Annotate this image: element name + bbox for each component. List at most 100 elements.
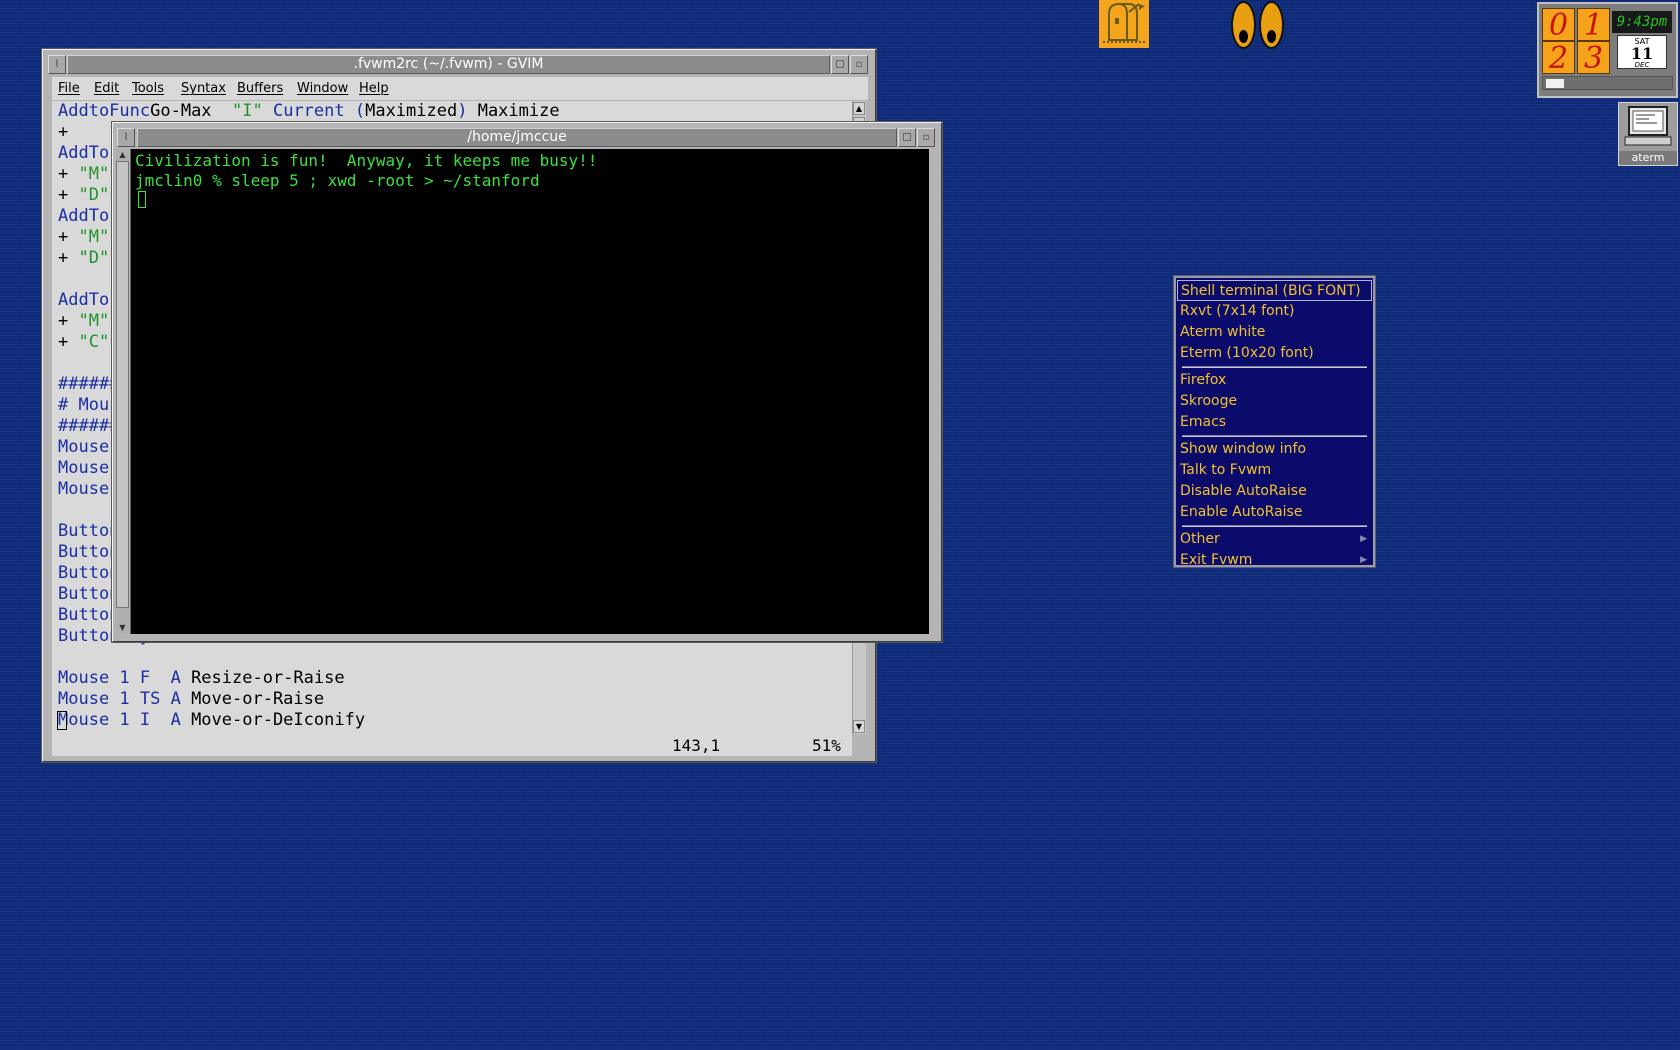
code-line: + "D" bbox=[58, 248, 109, 269]
scroll-down-arrow-icon[interactable]: ▼ bbox=[116, 623, 129, 633]
code-token: "D" bbox=[78, 248, 110, 268]
submenu-arrow-icon: ▶ bbox=[1360, 534, 1367, 544]
code-token: + bbox=[58, 227, 79, 247]
right-eye-icon bbox=[1259, 1, 1284, 49]
desk-0[interactable]: 0 bbox=[1542, 8, 1575, 42]
desk-2[interactable]: 2 bbox=[1542, 41, 1575, 75]
code-line: Mouse 1 I A Move-or-DeIconify bbox=[58, 710, 365, 731]
menu-item-label: Eterm (10x20 font) bbox=[1180, 345, 1314, 361]
code-token: "M" bbox=[78, 227, 110, 247]
code-token: Mouse 1 TS A bbox=[58, 689, 181, 709]
calendar-date: 11 bbox=[1630, 44, 1654, 63]
terminal-iconify-button[interactable] bbox=[898, 128, 916, 147]
gvim-ruler: 143,1 51% bbox=[52, 734, 852, 756]
vim-cursor bbox=[57, 711, 67, 730]
code-token: Current ( bbox=[262, 101, 366, 121]
menu-window[interactable]: Window bbox=[297, 81, 348, 96]
code-token: + bbox=[58, 311, 79, 331]
menu-item-skrooge[interactable]: Skrooge bbox=[1177, 391, 1372, 412]
left-eye-icon bbox=[1231, 1, 1256, 49]
menu-item-label: Exit Fvwm bbox=[1180, 552, 1253, 568]
code-token: ) bbox=[457, 101, 468, 121]
menu-buffers[interactable]: Buffers bbox=[237, 81, 283, 96]
window-menu-button[interactable]: ⌇ bbox=[48, 55, 66, 74]
terminal-output[interactable]: Civilization is fun! Anyway, it keeps me… bbox=[131, 149, 929, 634]
menu-item-label: Shell terminal (BIG FONT) bbox=[1181, 283, 1361, 299]
maximize-button[interactable]: ▫ bbox=[850, 55, 868, 74]
code-token: Move-or-DeIconify bbox=[180, 710, 366, 730]
gvim-titlebar[interactable]: .fvwm2rc (~/.fvwm) - GVIM bbox=[67, 55, 830, 74]
scroll-down-arrow-icon[interactable]: ▼ bbox=[853, 720, 865, 733]
menu-item-firefox[interactable]: Firefox bbox=[1177, 370, 1372, 391]
pager-viewport-bar[interactable] bbox=[1542, 76, 1673, 90]
terminal-line: jmclin0 % sleep 5 ; xwd -root > ~/stanfo… bbox=[135, 171, 540, 190]
desk-1[interactable]: 1 bbox=[1577, 8, 1610, 42]
calendar-icon: SAT 11 DEC bbox=[1617, 35, 1667, 69]
code-token: Mouse 1 F A bbox=[58, 668, 181, 688]
monitor-icon bbox=[1624, 106, 1672, 146]
terminal-maximize-button[interactable]: ▫ bbox=[917, 128, 935, 147]
code-token: "I" bbox=[232, 101, 263, 121]
code-token: Maximized bbox=[365, 101, 458, 121]
code-token: Mouse 1 I A bbox=[58, 710, 181, 730]
aterm-iconified-window[interactable]: aterm bbox=[1618, 102, 1678, 166]
code-token: Mouse bbox=[58, 437, 120, 457]
code-token: + bbox=[58, 122, 69, 142]
menu-item-label: Firefox bbox=[1180, 372, 1227, 388]
menu-edit[interactable]: Edit bbox=[94, 81, 119, 96]
scroll-up-arrow-icon[interactable]: ▲ bbox=[853, 102, 865, 115]
file-percent: 51% bbox=[812, 736, 841, 755]
desk-3[interactable]: 3 bbox=[1577, 41, 1610, 75]
menu-item-label: Other bbox=[1180, 531, 1220, 547]
menu-item-label: Show window info bbox=[1180, 441, 1307, 457]
code-token: Go-Max bbox=[150, 101, 233, 121]
code-line: + "D" bbox=[58, 185, 109, 206]
menu-item-eterm-10x20-font[interactable]: Eterm (10x20 font) bbox=[1177, 343, 1372, 364]
code-token: "C" bbox=[78, 332, 110, 352]
menu-item-exit-fvwm[interactable]: Exit Fvwm ▶ bbox=[1177, 550, 1372, 571]
menu-separator bbox=[1182, 525, 1367, 527]
menu-item-label: Emacs bbox=[1180, 414, 1227, 430]
terminal-scrollbar[interactable]: ▲ ▼ bbox=[115, 149, 131, 634]
aterm-icon-label: aterm bbox=[1619, 151, 1677, 165]
terminal-titlebar[interactable]: /home/jmccue bbox=[137, 128, 897, 147]
menu-item-show-window-info[interactable]: Show window info bbox=[1177, 439, 1372, 460]
code-token: Maximize bbox=[467, 101, 560, 121]
menu-help[interactable]: Help bbox=[359, 81, 389, 96]
code-line: + bbox=[58, 122, 68, 143]
menu-file[interactable]: File bbox=[58, 81, 80, 96]
code-token: "M" bbox=[78, 311, 110, 331]
code-line: AddtoFuncGo-Max "I" Current (Maximized) … bbox=[58, 101, 560, 122]
code-token: "M" bbox=[78, 164, 110, 184]
menu-item-enable-autoraise[interactable]: Enable AutoRaise bbox=[1177, 502, 1372, 523]
menu-item-disable-autoraise[interactable]: Disable AutoRaise bbox=[1177, 481, 1372, 502]
clock-display: 9:43pm bbox=[1612, 11, 1672, 33]
menu-item-label: Talk to Fvwm bbox=[1180, 462, 1272, 478]
pager-viewport[interactable] bbox=[1546, 79, 1564, 88]
scrollbar-thumb[interactable] bbox=[116, 161, 129, 608]
menu-item-aterm-white[interactable]: Aterm white bbox=[1177, 322, 1372, 343]
iconify-button[interactable] bbox=[831, 55, 849, 74]
terminal-window-menu-button[interactable]: ⌇ bbox=[117, 128, 135, 147]
menu-syntax[interactable]: Syntax bbox=[181, 81, 226, 96]
menu-item-shell-terminal-big-font[interactable]: Shell terminal (BIG FONT) bbox=[1177, 280, 1372, 301]
scroll-up-arrow-icon[interactable]: ▲ bbox=[116, 150, 129, 160]
xbiff-mailbox-icon[interactable] bbox=[1099, 0, 1149, 48]
menu-item-label: Enable AutoRaise bbox=[1180, 504, 1303, 520]
code-token: Move-or-Raise bbox=[180, 689, 325, 709]
menu-item-talk-to-fvwm[interactable]: Talk to Fvwm bbox=[1177, 460, 1372, 481]
calendar-month: DEC bbox=[1634, 61, 1650, 69]
code-line: Mouse bbox=[58, 437, 119, 458]
code-line: Mouse 1 TS A Move-or-Raise bbox=[58, 689, 324, 710]
menu-item-rxvt-7x14-font[interactable]: Rxvt (7x14 font) bbox=[1177, 301, 1372, 322]
menu-item-label: Aterm white bbox=[1180, 324, 1266, 340]
menu-item-other[interactable]: Other ▶ bbox=[1177, 529, 1372, 550]
menu-tools[interactable]: Tools bbox=[132, 81, 164, 96]
code-token: AddtoFunc bbox=[58, 101, 151, 121]
fvwm-pager: 0 1 2 3 9:43pm SAT 11 DEC bbox=[1537, 2, 1678, 98]
terminal-cursor bbox=[138, 191, 146, 208]
code-token: + bbox=[58, 164, 79, 184]
menu-item-label: Rxvt (7x14 font) bbox=[1180, 303, 1295, 319]
code-token: "D" bbox=[78, 185, 110, 205]
menu-item-emacs[interactable]: Emacs bbox=[1177, 412, 1372, 433]
